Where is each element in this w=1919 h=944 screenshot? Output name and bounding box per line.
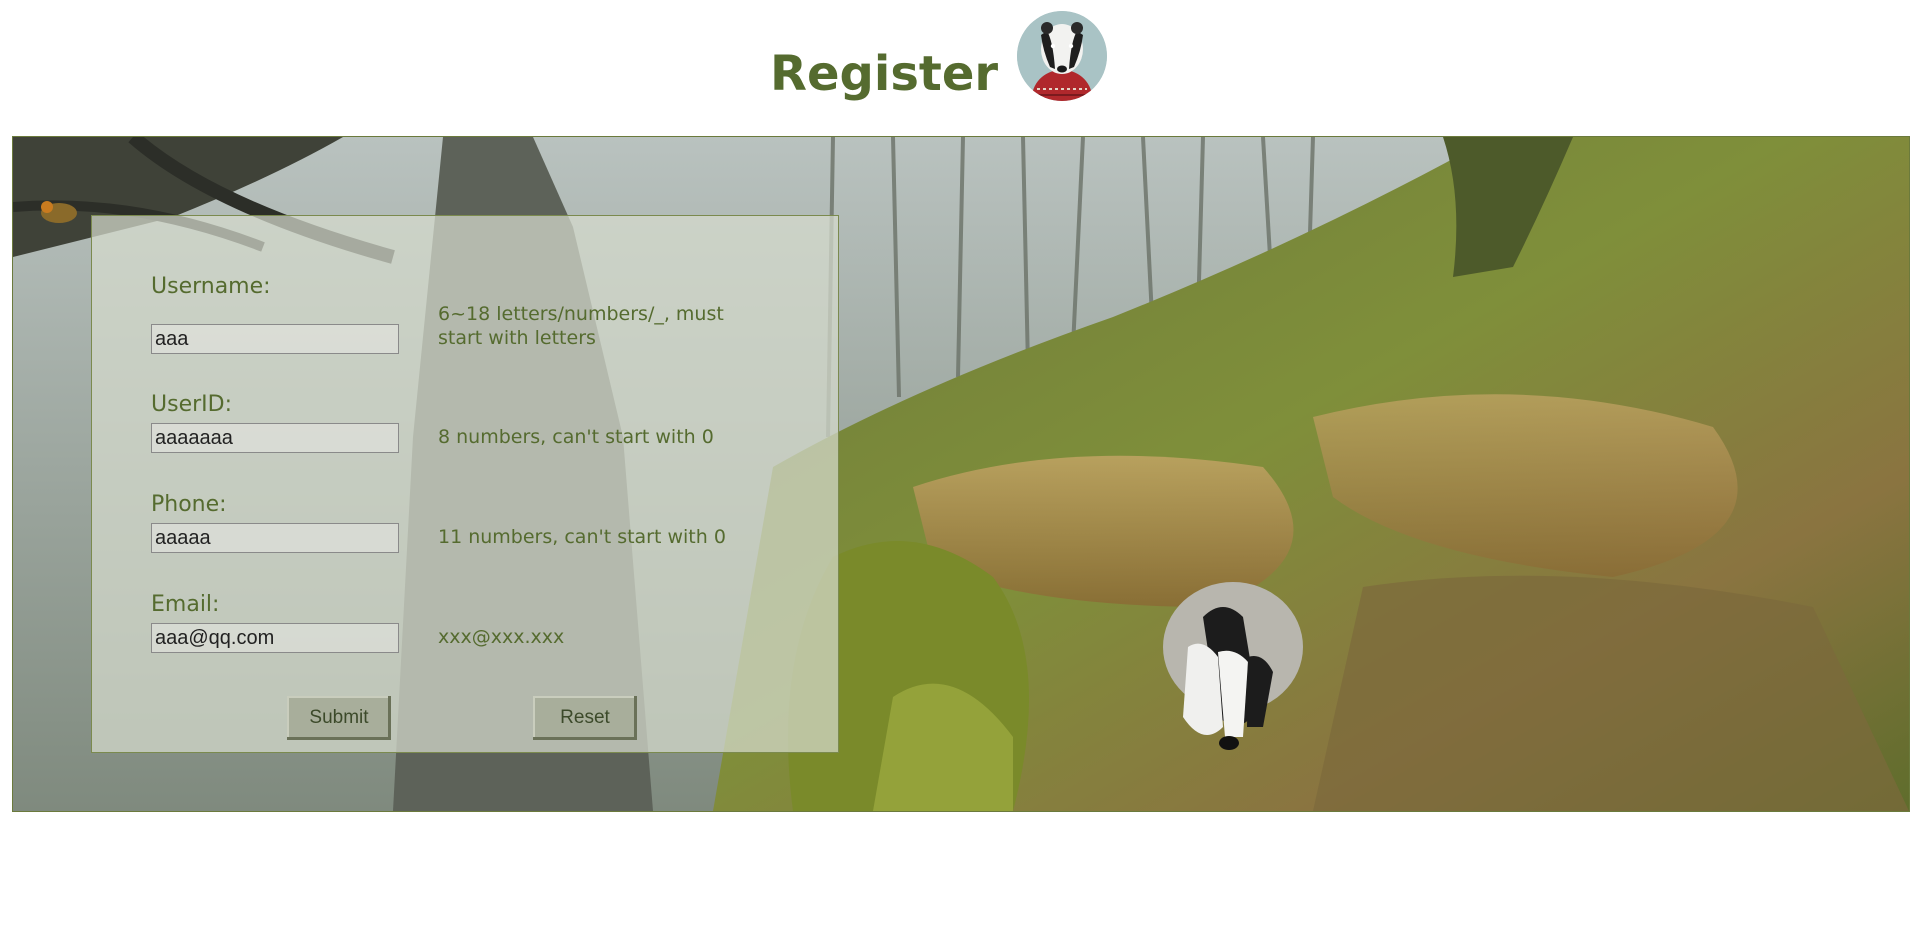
username-label: Username: [151, 274, 271, 299]
phone-label: Phone: [151, 492, 227, 517]
username-input[interactable] [151, 324, 399, 354]
hero-scene: Username: 6~18 letters/numbers/_, must s… [12, 136, 1910, 812]
reset-button[interactable]: Reset [533, 696, 637, 740]
userid-label: UserID: [151, 392, 232, 417]
email-hint: xxx@xxx.xxx [438, 626, 565, 648]
email-label: Email: [151, 592, 220, 617]
page-header: Register [0, 0, 1919, 136]
badger-avatar-icon [1017, 11, 1107, 101]
phone-input[interactable] [151, 523, 399, 553]
page-title: Register [770, 46, 999, 102]
username-hint: 6~18 letters/numbers/_, must start with … [438, 303, 724, 349]
userid-hint: 8 numbers, can't start with 0 [438, 426, 714, 448]
phone-hint: 11 numbers, can't start with 0 [438, 526, 726, 548]
email-input[interactable] [151, 623, 399, 653]
submit-button[interactable]: Submit [287, 696, 391, 740]
register-form: Username: 6~18 letters/numbers/_, must s… [91, 215, 839, 753]
userid-input[interactable] [151, 423, 399, 453]
